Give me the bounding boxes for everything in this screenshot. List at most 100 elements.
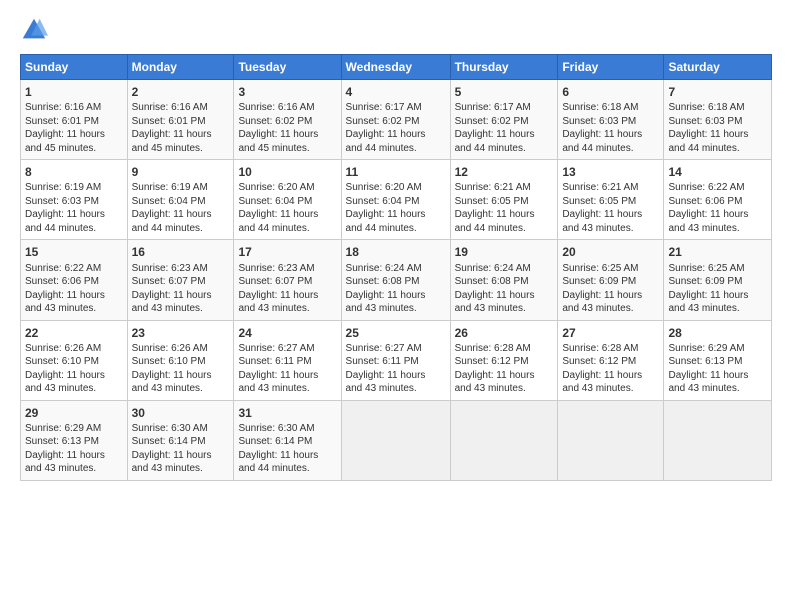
calendar-cell: 24Sunrise: 6:27 AM Sunset: 6:11 PM Dayli… — [234, 320, 341, 400]
calendar-cell: 22Sunrise: 6:26 AM Sunset: 6:10 PM Dayli… — [21, 320, 128, 400]
day-number: 13 — [562, 164, 659, 180]
day-info: Sunrise: 6:19 AM Sunset: 6:03 PM Dayligh… — [25, 181, 123, 235]
weekday-header-saturday: Saturday — [664, 55, 772, 80]
day-number: 5 — [455, 84, 554, 100]
day-info: Sunrise: 6:30 AM Sunset: 6:14 PM Dayligh… — [238, 422, 336, 476]
day-info: Sunrise: 6:24 AM Sunset: 6:08 PM Dayligh… — [455, 262, 554, 316]
calendar-cell — [558, 400, 664, 480]
day-info: Sunrise: 6:27 AM Sunset: 6:11 PM Dayligh… — [238, 342, 336, 396]
calendar-cell: 8Sunrise: 6:19 AM Sunset: 6:03 PM Daylig… — [21, 160, 128, 240]
day-info: Sunrise: 6:26 AM Sunset: 6:10 PM Dayligh… — [25, 342, 123, 396]
day-info: Sunrise: 6:21 AM Sunset: 6:05 PM Dayligh… — [455, 181, 554, 235]
week-row-5: 29Sunrise: 6:29 AM Sunset: 6:13 PM Dayli… — [21, 400, 772, 480]
calendar-cell: 18 Sunrise: 6:24 AM Sunset: 6:08 PM Dayli… — [341, 240, 450, 320]
day-info: Sunrise: 6:20 AM Sunset: 6:04 PM Dayligh… — [346, 181, 446, 235]
weekday-header-friday: Friday — [558, 55, 664, 80]
calendar-cell: 3Sunrise: 6:16 AM Sunset: 6:02 PM Daylig… — [234, 80, 341, 160]
calendar-cell: 12Sunrise: 6:21 AM Sunset: 6:05 PM Dayli… — [450, 160, 558, 240]
day-number: 31 — [238, 405, 336, 421]
day-number: 15 — [25, 244, 123, 260]
day-number: 8 — [25, 164, 123, 180]
day-info: Sunrise: 6:17 AM Sunset: 6:02 PM Dayligh… — [346, 101, 446, 155]
page: SundayMondayTuesdayWednesdayThursdayFrid… — [0, 0, 792, 612]
day-number: 17 — [238, 244, 336, 260]
day-number: 11 — [346, 164, 446, 180]
day-number: 22 — [25, 325, 123, 341]
calendar-cell: 31Sunrise: 6:30 AM Sunset: 6:14 PM Dayli… — [234, 400, 341, 480]
calendar-cell: 27Sunrise: 6:28 AM Sunset: 6:12 PM Dayli… — [558, 320, 664, 400]
calendar-cell: 6Sunrise: 6:18 AM Sunset: 6:03 PM Daylig… — [558, 80, 664, 160]
day-number: 1 — [25, 84, 123, 100]
calendar-cell: 9Sunrise: 6:19 AM Sunset: 6:04 PM Daylig… — [127, 160, 234, 240]
calendar-cell: 5Sunrise: 6:17 AM Sunset: 6:02 PM Daylig… — [450, 80, 558, 160]
day-number: 21 — [668, 244, 767, 260]
day-number: 30 — [132, 405, 230, 421]
day-number: 10 — [238, 164, 336, 180]
calendar-cell: 17 Sunrise: 6:23 AM Sunset: 6:07 PM Dayli… — [234, 240, 341, 320]
calendar-cell: 14Sunrise: 6:22 AM Sunset: 6:06 PM Dayli… — [664, 160, 772, 240]
calendar-cell: 29Sunrise: 6:29 AM Sunset: 6:13 PM Dayli… — [21, 400, 128, 480]
calendar-cell: 25Sunrise: 6:27 AM Sunset: 6:11 PM Dayli… — [341, 320, 450, 400]
day-info: Sunrise: 6:26 AM Sunset: 6:10 PM Dayligh… — [132, 342, 230, 396]
day-number: 6 — [562, 84, 659, 100]
weekday-header-monday: Monday — [127, 55, 234, 80]
weekday-header-row: SundayMondayTuesdayWednesdayThursdayFrid… — [21, 55, 772, 80]
day-info: Sunrise: 6:22 AM Sunset: 6:06 PM Dayligh… — [668, 181, 767, 235]
day-number: 14 — [668, 164, 767, 180]
day-number: 25 — [346, 325, 446, 341]
day-number: 28 — [668, 325, 767, 341]
week-row-4: 22Sunrise: 6:26 AM Sunset: 6:10 PM Dayli… — [21, 320, 772, 400]
day-number: 3 — [238, 84, 336, 100]
day-info: Sunrise: 6:16 AM Sunset: 6:01 PM Dayligh… — [25, 101, 123, 155]
day-number: 27 — [562, 325, 659, 341]
day-info: Sunrise: 6:20 AM Sunset: 6:04 PM Dayligh… — [238, 181, 336, 235]
calendar-cell: 23Sunrise: 6:26 AM Sunset: 6:10 PM Dayli… — [127, 320, 234, 400]
calendar-cell: 26Sunrise: 6:28 AM Sunset: 6:12 PM Dayli… — [450, 320, 558, 400]
weekday-header-sunday: Sunday — [21, 55, 128, 80]
day-info: Sunrise: 6:19 AM Sunset: 6:04 PM Dayligh… — [132, 181, 230, 235]
day-number: 4 — [346, 84, 446, 100]
calendar-cell: 16Sunrise: 6:23 AM Sunset: 6:07 PM Dayli… — [127, 240, 234, 320]
day-info: Sunrise: 6:25 AM Sunset: 6:09 PM Dayligh… — [668, 262, 767, 316]
day-info: Sunrise: 6:29 AM Sunset: 6:13 PM Dayligh… — [25, 422, 123, 476]
day-number: 9 — [132, 164, 230, 180]
calendar-cell: 4Sunrise: 6:17 AM Sunset: 6:02 PM Daylig… — [341, 80, 450, 160]
day-info: Sunrise: 6:29 AM Sunset: 6:13 PM Dayligh… — [668, 342, 767, 396]
day-number: 2 — [132, 84, 230, 100]
logo — [20, 16, 52, 44]
day-info: Sunrise: 6:18 AM Sunset: 6:03 PM Dayligh… — [562, 101, 659, 155]
day-info: Sunrise: 6:16 AM Sunset: 6:01 PM Dayligh… — [132, 101, 230, 155]
day-info: Sunrise: 6:30 AM Sunset: 6:14 PM Dayligh… — [132, 422, 230, 476]
day-info: Sunrise: 6:16 AM Sunset: 6:02 PM Dayligh… — [238, 101, 336, 155]
day-info: Sunrise: 6:18 AM Sunset: 6:03 PM Dayligh… — [668, 101, 767, 155]
weekday-header-thursday: Thursday — [450, 55, 558, 80]
day-number: 12 — [455, 164, 554, 180]
day-info: Sunrise: 6:28 AM Sunset: 6:12 PM Dayligh… — [455, 342, 554, 396]
day-number: 29 — [25, 405, 123, 421]
day-number: 23 — [132, 325, 230, 341]
day-number: 19 — [455, 244, 554, 260]
weekday-header-wednesday: Wednesday — [341, 55, 450, 80]
week-row-2: 8Sunrise: 6:19 AM Sunset: 6:03 PM Daylig… — [21, 160, 772, 240]
calendar-cell — [341, 400, 450, 480]
calendar-cell: 20Sunrise: 6:25 AM Sunset: 6:09 PM Dayli… — [558, 240, 664, 320]
calendar-cell: 1Sunrise: 6:16 AM Sunset: 6:01 PM Daylig… — [21, 80, 128, 160]
day-info: Sunrise: 6:24 AM Sunset: 6:08 PM Dayligh… — [346, 262, 446, 316]
day-number: 7 — [668, 84, 767, 100]
day-info: Sunrise: 6:27 AM Sunset: 6:11 PM Dayligh… — [346, 342, 446, 396]
weekday-header-tuesday: Tuesday — [234, 55, 341, 80]
calendar-cell: 19 Sunrise: 6:24 AM Sunset: 6:08 PM Dayli… — [450, 240, 558, 320]
calendar-cell: 21 Sunrise: 6:25 AM Sunset: 6:09 PM Dayli… — [664, 240, 772, 320]
calendar-cell — [450, 400, 558, 480]
calendar-cell: 11Sunrise: 6:20 AM Sunset: 6:04 PM Dayli… — [341, 160, 450, 240]
header — [20, 16, 772, 44]
day-number: 26 — [455, 325, 554, 341]
calendar-cell: 2Sunrise: 6:16 AM Sunset: 6:01 PM Daylig… — [127, 80, 234, 160]
day-info: Sunrise: 6:28 AM Sunset: 6:12 PM Dayligh… — [562, 342, 659, 396]
week-row-3: 15Sunrise: 6:22 AM Sunset: 6:06 PM Dayli… — [21, 240, 772, 320]
day-number: 18 — [346, 244, 446, 260]
day-number: 20 — [562, 244, 659, 260]
day-info: Sunrise: 6:23 AM Sunset: 6:07 PM Dayligh… — [238, 262, 336, 316]
logo-icon — [20, 16, 48, 44]
day-info: Sunrise: 6:23 AM Sunset: 6:07 PM Dayligh… — [132, 262, 230, 316]
